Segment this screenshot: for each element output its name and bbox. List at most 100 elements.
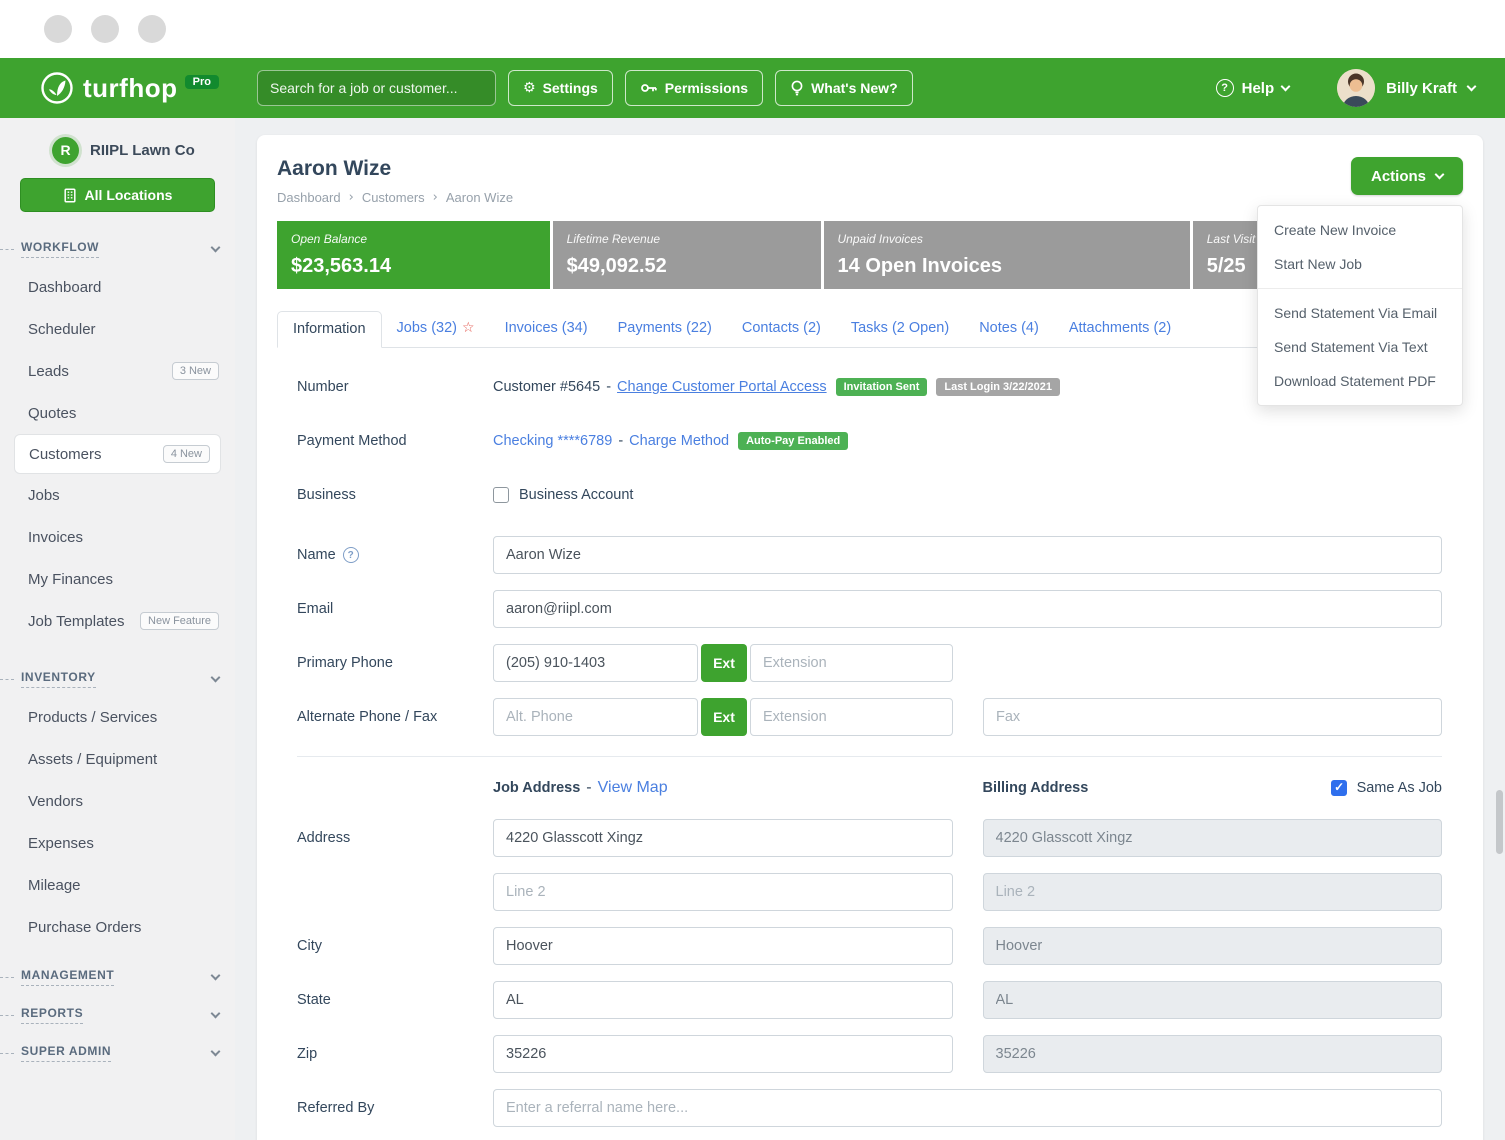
turfhop-logo[interactable]: turfhop Pro [0,71,235,105]
name-input[interactable] [493,536,1442,574]
actions-button[interactable]: Actions [1351,157,1463,195]
job-line2-input[interactable] [493,873,953,911]
title-block: Aaron Wize Dashboard › Customers › Aaron… [277,157,513,205]
sidebar-item-assets-equipment[interactable]: Assets / Equipment [0,738,235,780]
sidebar-item-my-finances[interactable]: My Finances [0,558,235,600]
search-input[interactable] [257,70,496,106]
change-portal-access-link[interactable]: Change Customer Portal Access [617,379,827,395]
business-row: Business Business Account [297,482,1442,508]
address-row: Address [297,819,1442,857]
help-menu[interactable]: ? Help [1216,79,1290,97]
sidebar-item-customers[interactable]: Customers4 New [14,434,221,474]
job-state-input[interactable] [493,981,953,1019]
sidebar-item-quotes[interactable]: Quotes [0,392,235,434]
sidebar-item-leads[interactable]: Leads3 New [0,350,235,392]
sidebar-item-vendors[interactable]: Vendors [0,780,235,822]
job-zip-input[interactable] [493,1035,953,1073]
company-logo-icon: R [52,137,79,164]
tab-label: Payments (22) [618,320,712,336]
name-label-text: Name [297,547,336,563]
all-locations-button[interactable]: All Locations [20,178,215,212]
breadcrumb-current: Aaron Wize [446,190,513,205]
tab-payments[interactable]: Payments (22) [603,311,727,348]
alternate-phone-input[interactable] [493,698,698,736]
sidebar-item-jobs[interactable]: Jobs [0,474,235,516]
separator: - [586,779,591,797]
primary-extension-input[interactable] [750,644,953,682]
sidebar-section-inventory[interactable]: INVENTORY [0,670,219,688]
item-label: Dashboard [28,279,101,296]
fax-input[interactable] [983,698,1442,736]
menu-item-create-new-invoice[interactable]: Create New Invoice [1258,213,1462,247]
tab-attachments[interactable]: Attachments (2) [1054,311,1186,348]
job-city-input[interactable] [493,927,953,965]
alternate-extension-input[interactable] [750,698,953,736]
business-account-checkbox[interactable] [493,487,509,503]
tab-invoices[interactable]: Invoices (34) [490,311,603,348]
actions-dropdown-menu: Create New Invoice Start New Job Send St… [1257,205,1463,406]
chevron-down-icon [211,1046,221,1056]
chevron-down-icon [211,672,221,682]
referred-by-input[interactable] [493,1089,1442,1127]
sidebar-section-workflow[interactable]: WORKFLOW [0,240,219,258]
stat-label: Unpaid Invoices [838,232,1176,246]
item-label: Vendors [28,793,83,810]
payment-account-link[interactable]: Checking ****6789 [493,433,612,449]
charge-method-link[interactable]: Charge Method [629,433,729,449]
sidebar-item-products-services[interactable]: Products / Services [0,696,235,738]
main-content: Aaron Wize Dashboard › Customers › Aaron… [235,118,1505,1140]
question-circle-icon[interactable]: ? [343,547,359,563]
menu-divider [1258,288,1462,289]
tab-information[interactable]: Information [277,311,382,348]
sidebar-item-expenses[interactable]: Expenses [0,822,235,864]
company-row: R RIIPL Lawn Co [0,134,235,166]
job-address-input[interactable] [493,819,953,857]
card-header: Aaron Wize Dashboard › Customers › Aaron… [277,157,1463,205]
tab-tasks[interactable]: Tasks (2 Open) [836,311,964,348]
tab-jobs[interactable]: Jobs (32)☆ [382,311,490,348]
business-label: Business [297,487,493,503]
window-control-button[interactable] [44,15,72,43]
permissions-button[interactable]: Permissions [625,70,763,106]
menu-item-send-statement-email[interactable]: Send Statement Via Email [1258,296,1462,330]
same-as-job-label: Same As Job [1357,780,1442,796]
menu-item-start-new-job[interactable]: Start New Job [1258,247,1462,281]
sidebar-item-scheduler[interactable]: Scheduler [0,308,235,350]
payment-method-row: Payment Method Checking ****6789 - Charg… [297,428,1442,454]
tab-label: Invoices (34) [505,320,588,336]
sidebar-item-dashboard[interactable]: Dashboard [0,266,235,308]
avatar [1337,69,1375,107]
customer-number: Customer #5645 [493,379,600,395]
primary-phone-input[interactable] [493,644,698,682]
user-menu[interactable]: Billy Kraft [1337,69,1475,107]
stat-value: $49,092.52 [567,255,807,278]
same-as-job-checkbox[interactable] [1331,780,1347,796]
sidebar-item-invoices[interactable]: Invoices [0,516,235,558]
payment-method-label: Payment Method [297,433,493,449]
scrollbar-thumb[interactable] [1496,790,1503,854]
ext-label: Ext [701,644,747,682]
tab-notes[interactable]: Notes (4) [964,311,1054,348]
last-login-badge: Last Login 3/22/2021 [936,378,1060,396]
email-input[interactable] [493,590,1442,628]
view-map-link[interactable]: View Map [598,779,668,797]
window-control-button[interactable] [138,15,166,43]
chevron-down-icon [211,242,221,252]
sidebar-section-super-admin[interactable]: SUPER ADMIN [0,1044,219,1062]
whats-new-button[interactable]: What's New? [775,70,913,106]
tab-contacts[interactable]: Contacts (2) [727,311,836,348]
sidebar-item-mileage[interactable]: Mileage [0,864,235,906]
sidebar-item-purchase-orders[interactable]: Purchase Orders [0,906,235,948]
sidebar-section-reports[interactable]: REPORTS [0,1006,219,1024]
breadcrumb-customers[interactable]: Customers [362,190,425,205]
settings-button[interactable]: ⚙ Settings [508,70,613,106]
menu-item-send-statement-text[interactable]: Send Statement Via Text [1258,330,1462,364]
billing-line2-input [983,873,1443,911]
sidebar-section-management[interactable]: MANAGEMENT [0,968,219,986]
window-control-button[interactable] [91,15,119,43]
new-count-badge: 4 New [163,445,210,463]
breadcrumb-dashboard[interactable]: Dashboard [277,190,341,205]
menu-item-download-statement-pdf[interactable]: Download Statement PDF [1258,364,1462,398]
name-label: Name ? [297,547,493,563]
sidebar-item-job-templates[interactable]: Job TemplatesNew Feature [0,600,235,642]
